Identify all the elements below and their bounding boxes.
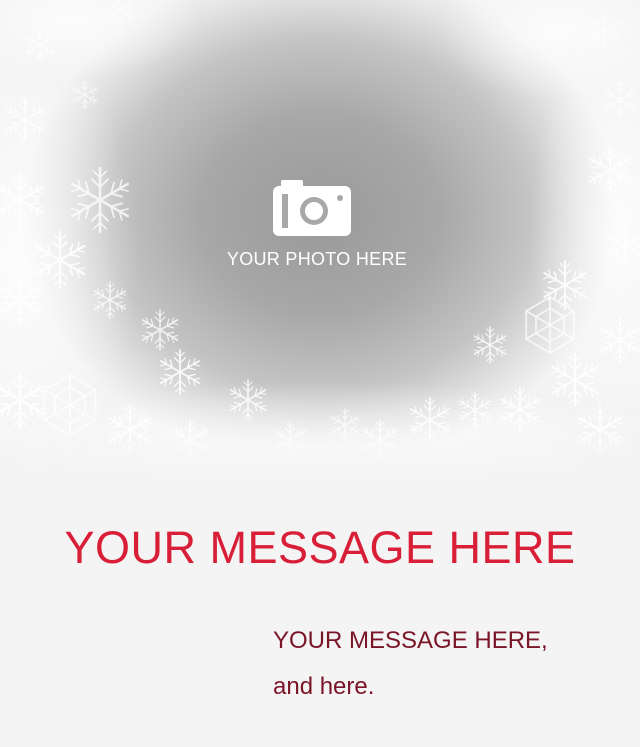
headline-message[interactable]: YOUR MESSAGE HERE (0, 522, 640, 574)
message-line-1[interactable]: YOUR MESSAGE HERE, (273, 627, 548, 655)
camera-icon (273, 180, 351, 236)
holiday-card: YOUR PHOTO HERE YOUR MESSAGE HERE YOUR M… (0, 0, 640, 747)
message-line-2[interactable]: and here. (273, 673, 374, 701)
photo-placeholder-label: YOUR PHOTO HERE (226, 249, 408, 269)
